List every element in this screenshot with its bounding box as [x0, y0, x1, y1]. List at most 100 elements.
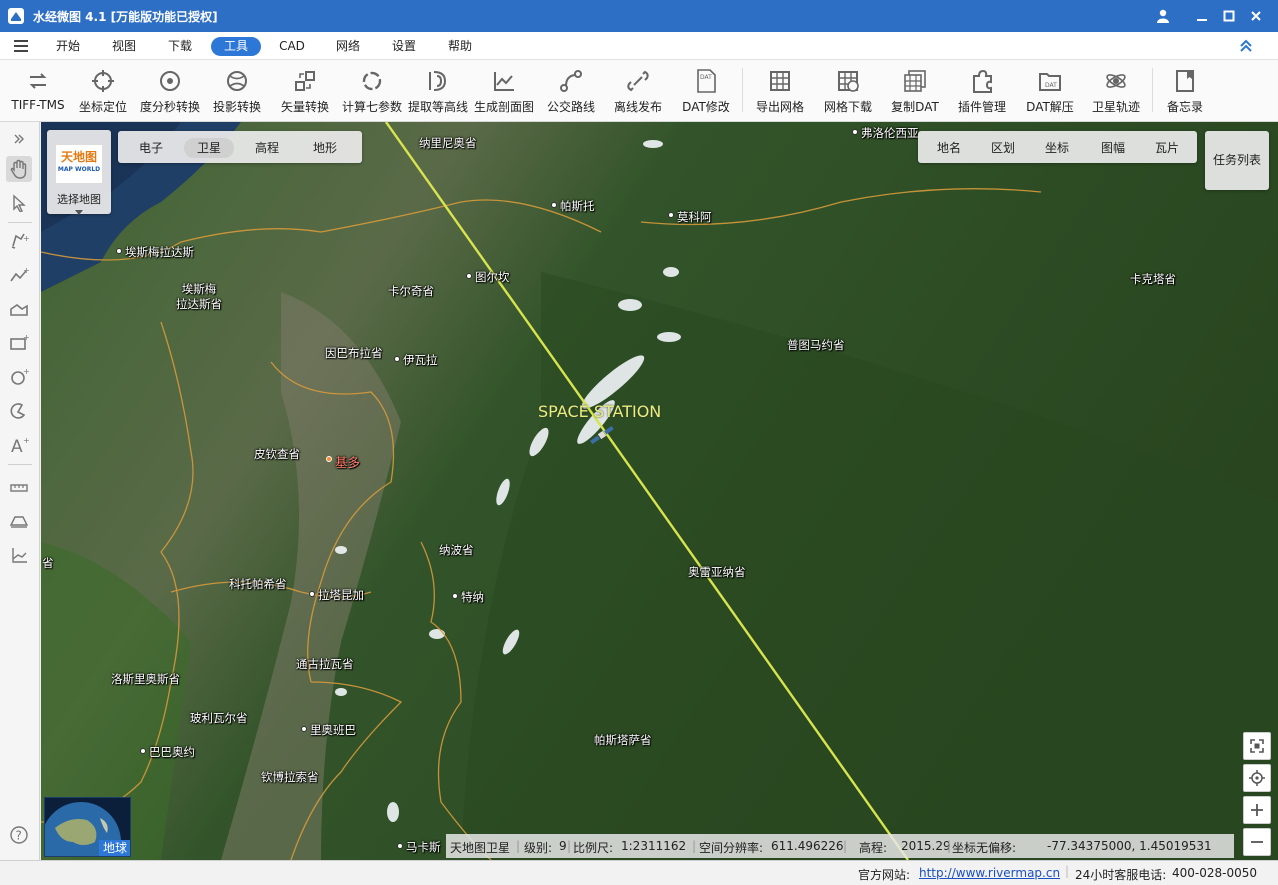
locate-icon[interactable] [1243, 764, 1271, 792]
tool-contour[interactable]: 提取等高线 [406, 64, 470, 118]
place-label: 里奥班巴 [310, 723, 356, 737]
draw-sector-icon[interactable] [6, 398, 32, 424]
overlay-tiles[interactable]: 瓦片 [1142, 138, 1192, 158]
phone-label: 24小时客服电话: [1075, 868, 1167, 882]
overlay-placenames[interactable]: 地名 [924, 138, 974, 158]
place-label: 省 [42, 556, 54, 570]
tool-coord-locate[interactable]: 坐标定位 [72, 64, 134, 118]
measure-area-icon[interactable] [6, 508, 32, 534]
draw-polygon-icon[interactable] [6, 296, 32, 322]
draw-circle-icon[interactable]: + [6, 364, 32, 390]
draw-line-icon[interactable]: + [6, 262, 32, 288]
svg-text:DAT: DAT [700, 74, 712, 81]
status-elevation: 2015.29 [901, 839, 951, 853]
tool-dat-unzip[interactable]: DAT DAT解压 [1018, 64, 1082, 118]
map-view[interactable]: SPACE STATION 纳里尼奥省 弗洛伦西亚 帕斯托 莫科阿 埃斯梅拉达斯… [41, 122, 1278, 860]
chevron-down-icon [75, 205, 83, 219]
menu-cad[interactable]: CAD [272, 37, 312, 56]
minimize-button[interactable] [1189, 4, 1215, 28]
maximize-button[interactable] [1216, 4, 1242, 28]
draw-marker-icon[interactable]: + [6, 228, 32, 254]
tool-seven-params[interactable]: 计算七参数 [338, 64, 406, 118]
tool-copy-dat[interactable]: 复制DAT [882, 64, 948, 118]
fullscreen-icon[interactable] [1243, 732, 1271, 760]
map-status-bar: 天地图卫星 | 级别: 9 | 比例尺: 1:2311162 | 空间分辨率: … [446, 834, 1234, 858]
contour-icon [429, 71, 447, 91]
hamburger-menu-icon[interactable] [14, 40, 28, 52]
collapse-ribbon-icon[interactable] [1238, 39, 1254, 53]
svg-text:+: + [23, 266, 29, 275]
place-label: 钦博拉索省 [261, 770, 319, 784]
window-title: 水经微图 4.1 [万能版功能已授权] [33, 10, 218, 24]
zoom-out-button[interactable] [1243, 828, 1271, 856]
map-type-terrain[interactable]: 地形 [300, 138, 350, 158]
app-logo-icon [8, 8, 24, 24]
tool-dat-edit[interactable]: DAT DAT修改 [674, 64, 738, 118]
expand-icon[interactable] [6, 126, 32, 152]
tool-dms-convert[interactable]: 度分秒转换 [134, 64, 206, 118]
footer-bar: 官方网站: http://www.rivermap.cn | 24小时客服电话:… [0, 860, 1278, 885]
task-list-button[interactable]: 任务列表 [1205, 131, 1269, 190]
menu-bar: 开始 视图 下载 工具 CAD 网络 设置 帮助 [0, 32, 1278, 60]
website-link[interactable]: http://www.rivermap.cn [919, 866, 1060, 880]
place-label: 弗洛伦西亚 [861, 126, 919, 140]
tool-vector-convert[interactable]: 矢量转换 [272, 64, 338, 118]
map-type-electronic[interactable]: 电子 [126, 138, 176, 158]
user-icon[interactable] [1150, 4, 1176, 28]
select-arrow-icon[interactable] [6, 190, 32, 216]
city-dot [452, 593, 458, 599]
place-label: 帕斯托 [560, 199, 595, 213]
globe-minimap[interactable]: 地球 [44, 797, 131, 857]
city-dot [397, 843, 403, 849]
menu-view[interactable]: 视图 [104, 37, 144, 56]
status-resolution: 611.496226 [771, 839, 844, 853]
tool-grid-export[interactable]: 导出网格 [748, 64, 812, 118]
svg-text:+: + [23, 333, 29, 342]
menu-settings[interactable]: 设置 [384, 37, 424, 56]
svg-text:?: ? [16, 829, 22, 843]
menu-help[interactable]: 帮助 [440, 37, 480, 56]
satellite-icon [1106, 74, 1126, 88]
help-icon[interactable]: ? [6, 822, 32, 848]
menu-start[interactable]: 开始 [48, 37, 88, 56]
measure-height-icon[interactable] [6, 542, 32, 568]
status-level: 9 [559, 839, 567, 853]
tool-offline-publish[interactable]: 离线发布 [606, 64, 670, 118]
place-label: 伊瓦拉 [403, 353, 438, 367]
tool-satellite-track[interactable]: 卫星轨迹 [1084, 64, 1148, 118]
place-label: 拉塔昆加 [318, 588, 364, 602]
place-label: 通古拉瓦省 [296, 657, 354, 671]
draw-rectangle-icon[interactable]: + [6, 330, 32, 356]
tool-plugin-manager[interactable]: 插件管理 [950, 64, 1014, 118]
tool-tiff-tms[interactable]: TIFF-TMS [4, 64, 72, 118]
pan-hand-icon[interactable] [6, 156, 32, 182]
satellite-label: SPACE STATION [538, 402, 662, 421]
status-scale: 1:2311162 [621, 839, 687, 853]
menu-download[interactable]: 下载 [160, 37, 200, 56]
menu-tools[interactable]: 工具 [211, 37, 261, 56]
tool-profile[interactable]: 生成剖面图 [470, 64, 538, 118]
overlay-districts[interactable]: 区划 [978, 138, 1028, 158]
title-bar: 水经微图 4.1 [万能版功能已授权] [0, 0, 1278, 32]
profile-icon [494, 72, 514, 91]
place-label: 纳波省 [439, 543, 474, 557]
measure-distance-icon[interactable] [6, 474, 32, 500]
map-source-selector[interactable]: 天地图 MAP WORLD 选择地图 [47, 130, 111, 215]
tool-memo[interactable]: 备忘录 [1156, 64, 1214, 118]
status-source: 天地图卫星 [450, 841, 511, 855]
menu-network[interactable]: 网络 [328, 37, 368, 56]
map-type-elevation[interactable]: 高程 [242, 138, 292, 158]
tool-bus-route[interactable]: 公交路线 [540, 64, 602, 118]
overlay-coordinates[interactable]: 坐标 [1032, 138, 1082, 158]
zoom-in-button[interactable] [1243, 796, 1271, 824]
overlay-sheets[interactable]: 图幅 [1088, 138, 1138, 158]
map-type-satellite[interactable]: 卫星 [184, 138, 234, 158]
city-dot [466, 273, 472, 279]
tool-projection[interactable]: 投影转换 [206, 64, 268, 118]
status-divider: | [843, 839, 848, 853]
close-button[interactable] [1243, 4, 1269, 28]
status-coord-label: 坐标无偏移: [952, 841, 1017, 855]
draw-text-icon[interactable]: A + [6, 432, 32, 458]
place-label: 玻利瓦尔省 [190, 711, 248, 725]
tool-grid-download[interactable]: 网格下载 [816, 64, 880, 118]
